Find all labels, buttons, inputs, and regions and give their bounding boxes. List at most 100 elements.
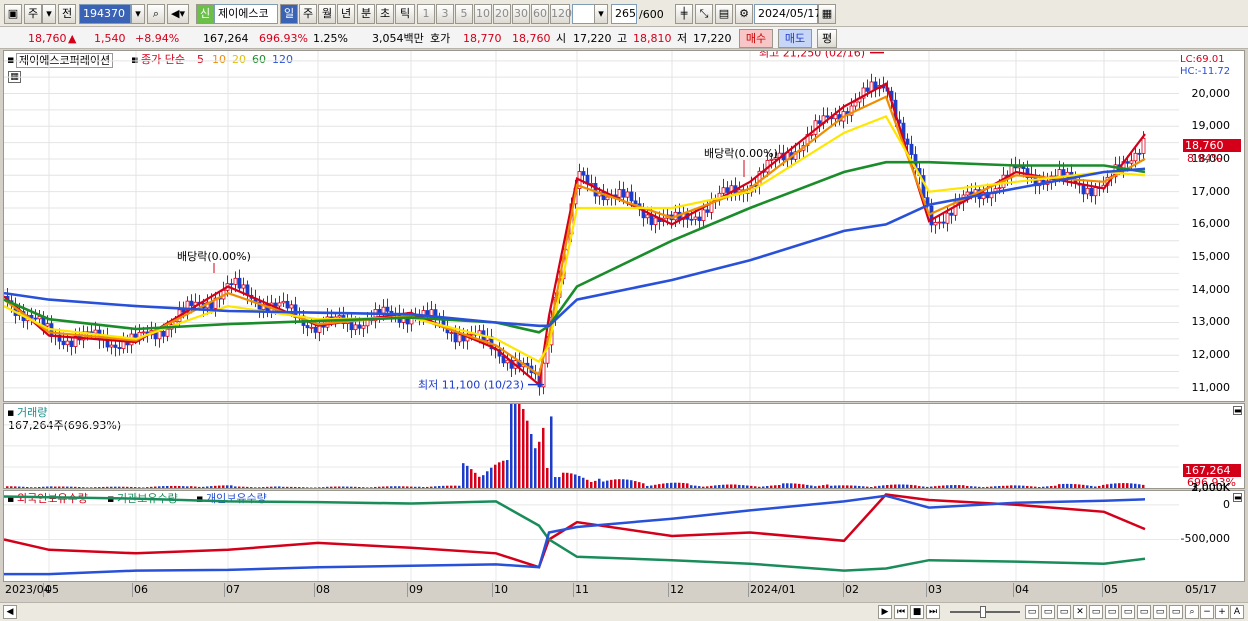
volume-bar	[870, 487, 873, 488]
volume-bar	[502, 460, 505, 488]
volume-bar	[946, 485, 949, 488]
crosshair-icon[interactable]: ⤡	[695, 4, 713, 24]
candle-icon[interactable]: ╪	[675, 4, 693, 24]
volume-bar	[338, 486, 341, 488]
tool-icon[interactable]: ▭	[1025, 605, 1039, 619]
volume-bar	[406, 486, 409, 488]
volume-bar	[250, 487, 253, 488]
volume-bar	[1138, 484, 1141, 488]
tab-year[interactable]: 년	[337, 4, 355, 24]
date-input[interactable]: 2024/05/17	[754, 4, 821, 24]
font-icon[interactable]: A	[1230, 605, 1244, 619]
tool-icon[interactable]: ▭	[1153, 605, 1167, 619]
interval-60[interactable]: 60	[531, 4, 549, 24]
tab-week[interactable]: 주	[299, 4, 317, 24]
interval-1[interactable]: 1	[417, 4, 435, 24]
y-tick-label: 17,000	[1191, 184, 1231, 198]
volume-bar	[474, 472, 477, 488]
search-icon[interactable]: ⌕	[147, 4, 165, 24]
candle-body	[909, 143, 914, 155]
interval-3[interactable]: 3	[436, 4, 454, 24]
price-chart[interactable]: 최고 21,250 (02/16) 최저 11,100 (10/23) 배당락(0.…	[4, 51, 1179, 401]
x-tick-mark	[926, 583, 927, 597]
sell-button[interactable]: 매도	[778, 29, 812, 48]
volume-bar	[802, 484, 805, 488]
code-dropdown-icon[interactable]: ▾	[131, 4, 145, 24]
holdings-chart[interactable]	[4, 491, 1179, 581]
volume-bar	[966, 485, 969, 488]
tab-tick[interactable]: 틱	[395, 4, 415, 24]
tab-month[interactable]: 월	[318, 4, 336, 24]
volume-bar	[454, 485, 457, 488]
x-tick-label: 12	[670, 583, 684, 596]
volume-bar	[110, 486, 113, 488]
volume-bar	[1086, 485, 1089, 488]
volume-bar	[450, 485, 453, 488]
candle-body	[1089, 187, 1094, 197]
volume-bar	[906, 484, 909, 488]
volume-bar	[1126, 483, 1129, 488]
calendar-icon[interactable]: ▦	[818, 4, 836, 24]
volume-bar	[274, 486, 277, 488]
bar-count-input[interactable]: 265	[611, 4, 637, 24]
zoom-out-icon[interactable]: −	[1200, 605, 1214, 619]
interval-20[interactable]: 20	[493, 4, 511, 24]
minimize-icon[interactable]: ▬	[1233, 406, 1242, 415]
period-select[interactable]: 주	[24, 4, 42, 24]
ask-label: 호가	[430, 32, 451, 45]
volume-chart[interactable]	[4, 404, 1179, 488]
volume-bar	[134, 487, 137, 488]
chevron-down-icon[interactable]: ▾	[42, 4, 56, 24]
volume-bar	[618, 479, 621, 488]
volume-bar	[34, 487, 37, 488]
up-arrow-icon: ▲	[68, 32, 77, 45]
tool-icon[interactable]: ▭	[1137, 605, 1151, 619]
x-tick-mark	[132, 583, 133, 597]
tool-icon[interactable]: ▭	[1121, 605, 1135, 619]
gear-icon[interactable]: ⚙	[735, 4, 753, 24]
interval-dropdown-icon[interactable]: ▾	[594, 4, 608, 24]
tool-icon[interactable]: ✕	[1073, 605, 1087, 619]
prev-button[interactable]: 전	[58, 4, 76, 24]
interval-10[interactable]: 10	[474, 4, 492, 24]
candle-body	[157, 330, 162, 340]
x-tick-mark	[43, 583, 44, 597]
speaker-icon[interactable]: ◀▾	[167, 4, 189, 24]
volume-bar	[258, 487, 261, 488]
window-icon[interactable]: ▣	[4, 4, 22, 24]
save-icon[interactable]: ▤	[715, 4, 733, 24]
tab-minute[interactable]: 분	[357, 4, 375, 24]
scroll-bar[interactable]: ◀ ▶ ⏮ ■ ⏭ ▭ ▭ ▭ ✕ ▭ ▭ ▭ ▭ ▭ ▭ ⌕ − + A	[0, 602, 1248, 621]
tab-second[interactable]: 초	[376, 4, 394, 24]
candle-body	[581, 171, 586, 176]
buy-button[interactable]: 매수	[739, 29, 773, 48]
candle-body	[965, 191, 970, 196]
last-icon[interactable]: ⏭	[926, 605, 940, 619]
zoom-icon[interactable]: ⌕	[1185, 605, 1199, 619]
scroll-left-icon[interactable]: ◀	[3, 605, 17, 619]
interval-5[interactable]: 5	[455, 4, 473, 24]
first-icon[interactable]: ⏮	[894, 605, 908, 619]
tab-day[interactable]: 일	[280, 4, 298, 24]
stop-icon[interactable]: ■	[910, 605, 924, 619]
scroll-right-icon[interactable]: ▶	[878, 605, 892, 619]
tool-icon[interactable]: ▭	[1089, 605, 1103, 619]
tool-icon[interactable]: ▭	[1057, 605, 1071, 619]
zoom-slider-handle[interactable]	[980, 606, 986, 618]
volume-bar	[1070, 483, 1073, 488]
volume-bar	[842, 485, 845, 488]
candle-body	[949, 212, 954, 216]
candle-body	[357, 324, 362, 329]
interval-120[interactable]: 120	[550, 4, 572, 24]
tool-icon[interactable]: ▭	[1169, 605, 1183, 619]
tool-icon[interactable]: ▭	[1041, 605, 1055, 619]
stock-code-input[interactable]: 194370	[79, 4, 131, 24]
zoom-in-icon[interactable]: +	[1215, 605, 1229, 619]
interval-30[interactable]: 30	[512, 4, 530, 24]
tool-icon[interactable]: ▭	[1105, 605, 1119, 619]
eval-button[interactable]: 평	[817, 29, 837, 48]
volume-bar	[1094, 486, 1097, 488]
volume-bar	[290, 486, 293, 488]
minimize-icon[interactable]: ▬	[1233, 493, 1242, 502]
volume-bar	[1042, 486, 1045, 488]
